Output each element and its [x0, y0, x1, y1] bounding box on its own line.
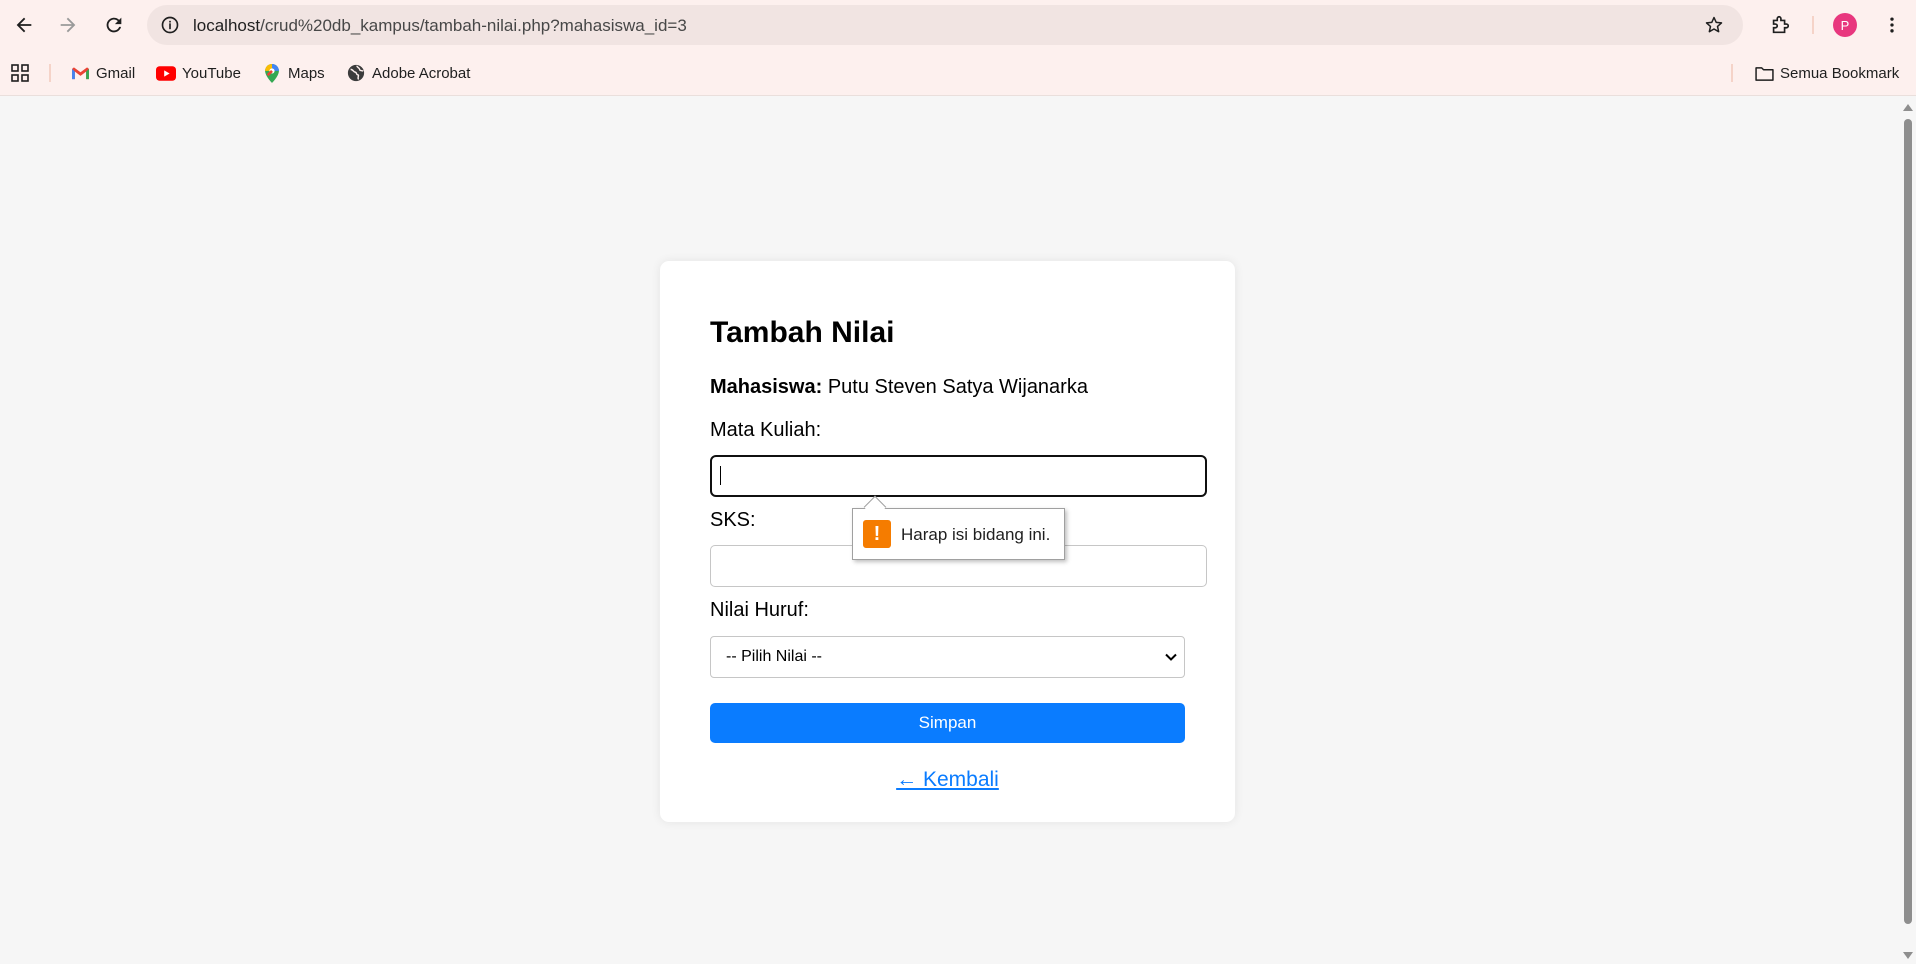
bookmark-label: Maps [288, 64, 325, 82]
gmail-icon [70, 63, 90, 83]
warning-icon: ! [863, 520, 891, 548]
course-label: Mata Kuliah: [710, 419, 822, 441]
profile-avatar[interactable]: P [1833, 13, 1857, 37]
bookmark-maps[interactable]: Maps [262, 61, 325, 85]
folder-icon [1754, 63, 1774, 83]
globe-icon [346, 63, 366, 83]
student-info: Mahasiswa: Putu Steven Satya Wijanarka [710, 376, 1088, 399]
forward-icon [60, 17, 76, 33]
url-host: localhost [193, 16, 261, 35]
sks-label: SKS: [710, 509, 756, 531]
course-input[interactable] [710, 455, 1207, 497]
bookmark-label: Adobe Acrobat [372, 64, 471, 82]
grade-select[interactable]: -- Pilih Nilai -- [710, 636, 1185, 678]
back-button[interactable] [6, 7, 42, 43]
all-bookmarks-folder[interactable]: Semua Bookmark [1754, 61, 1899, 85]
student-name: Putu Steven Satya Wijanarka [827, 376, 1088, 398]
save-button[interactable]: Simpan [710, 703, 1185, 743]
toolbar-divider [1812, 16, 1814, 34]
back-link[interactable]: ← Kembali [660, 768, 1235, 792]
validation-tooltip: ! Harap isi bidang ini. [852, 495, 1065, 560]
star-icon[interactable] [1701, 12, 1727, 38]
back-icon [16, 17, 32, 33]
bookmark-youtube[interactable]: YouTube [156, 61, 241, 85]
extensions-icon[interactable] [1764, 9, 1796, 41]
student-label: Mahasiswa: [710, 376, 823, 398]
grade-label: Nilai Huruf: [710, 599, 809, 621]
apps-icon[interactable] [10, 61, 30, 85]
scroll-down-arrow[interactable] [1903, 952, 1913, 959]
maps-icon [262, 63, 282, 83]
validation-message: Harap isi bidang ini. [901, 525, 1051, 544]
bookmarks-divider [49, 64, 51, 82]
youtube-icon [156, 63, 176, 83]
url-path: /crud%20db_kampus/tambah-nilai.php?mahas… [260, 16, 687, 35]
reload-icon [106, 17, 122, 33]
bookmark-label: YouTube [182, 64, 241, 82]
all-bookmarks-label: Semua Bookmark [1780, 64, 1900, 82]
bookmark-gmail[interactable]: Gmail [70, 61, 135, 85]
bookmark-adobe-acrobat[interactable]: Adobe Acrobat [346, 61, 470, 85]
scroll-up-arrow[interactable] [1903, 104, 1913, 111]
page-scrollbar[interactable] [1900, 97, 1916, 964]
bookmarks-bar: Gmail YouTube Maps Adobe Acrobat Semua B… [0, 50, 1916, 96]
forward-button[interactable] [50, 7, 86, 43]
address-bar[interactable]: localhost/crud%20db_kampus/tambah-nilai.… [147, 5, 1743, 45]
grade-selected-value: -- Pilih Nilai -- [726, 648, 822, 665]
reload-button[interactable] [96, 7, 132, 43]
scroll-thumb[interactable] [1904, 119, 1912, 924]
text-caret [720, 466, 721, 485]
page-title: Tambah Nilai [710, 316, 895, 349]
more-menu-icon[interactable] [1878, 11, 1906, 39]
browser-toolbar: localhost/crud%20db_kampus/tambah-nilai.… [0, 0, 1916, 50]
chevron-down-icon [1165, 653, 1177, 661]
url-text[interactable]: localhost/crud%20db_kampus/tambah-nilai.… [193, 16, 687, 36]
bookmarks-divider-right [1731, 64, 1733, 82]
bookmark-label: Gmail [96, 64, 136, 82]
site-info-icon[interactable] [157, 12, 183, 38]
